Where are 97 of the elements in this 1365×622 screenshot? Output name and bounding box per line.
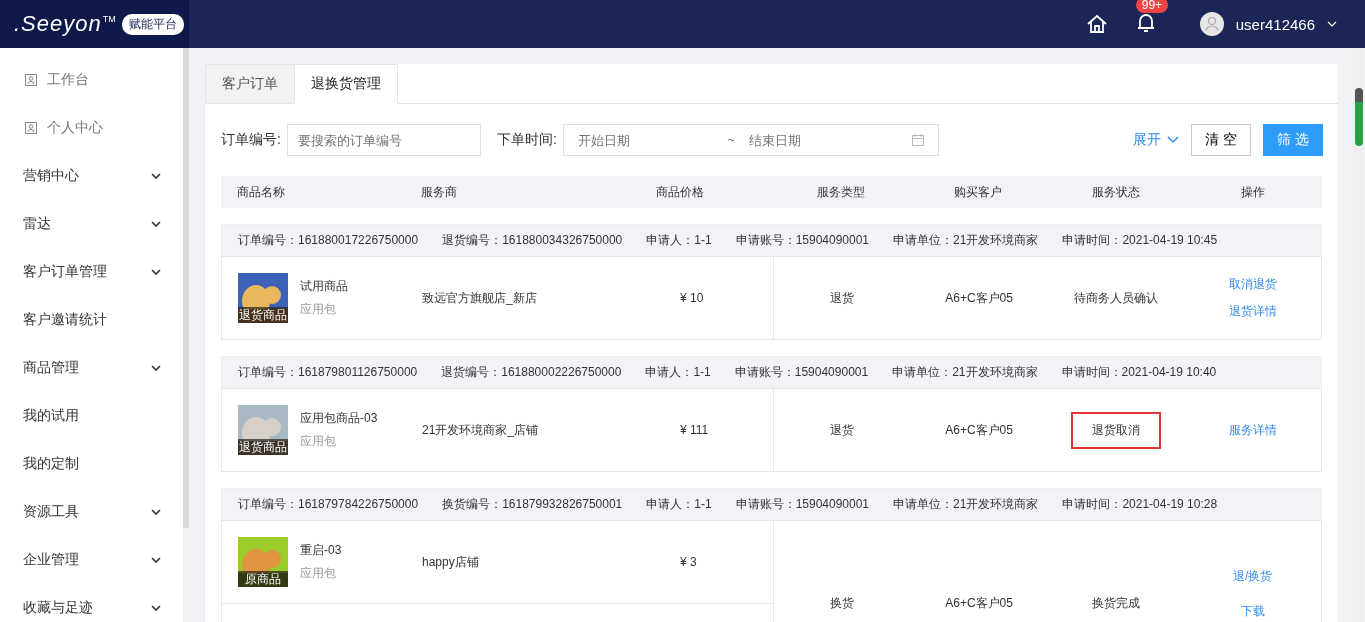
order-info: 申请账号：15904090001 <box>735 496 870 513</box>
username[interactable]: user412466 <box>1235 15 1315 33</box>
chevron-icon <box>151 509 161 515</box>
order-info: 申请时间：2021-04-19 10:28 <box>1062 496 1218 513</box>
contact-icon <box>25 122 37 134</box>
order-info: 申请时间：2021-04-19 10:40 <box>1061 364 1217 381</box>
status-text: 退货取消 <box>1070 411 1161 449</box>
tab[interactable]: 退换货管理 <box>294 64 398 104</box>
column-header: 服务状态 <box>1090 183 1141 201</box>
order-info: 换货编号：161879932826750001 <box>442 496 623 513</box>
expand-link[interactable]: 展开 <box>1133 131 1162 149</box>
order-info: 订单编号：161880017226750000 <box>238 232 419 249</box>
column-header: 服务商 <box>421 183 458 201</box>
order-info: 申请人：1-1 <box>645 364 711 381</box>
sidebar-item[interactable]: 我的定制 <box>0 440 183 488</box>
date-range-field[interactable]: 开始日期 ~ 结束日期 <box>562 124 939 156</box>
sidebar-item[interactable]: 收藏与足迹 <box>0 584 183 622</box>
table-cell-text: A6+C客户05 <box>944 289 1014 307</box>
logo[interactable]: .Seeyon <box>14 11 102 37</box>
order-info: 申请账号：15904090001 <box>734 364 869 381</box>
column-header: 商品价格 <box>655 183 705 201</box>
home-icon[interactable] <box>1085 13 1108 35</box>
table-cell-text: 21开发环境商家_店铺 <box>422 421 540 439</box>
notification-badge: 99+ <box>1135 0 1169 13</box>
platform-badge: 赋能平台 <box>121 13 184 35</box>
sidebar-item[interactable]: 我的试用 <box>0 392 183 440</box>
product-name: 试用商品 <box>300 278 348 295</box>
chevron-icon <box>151 221 161 227</box>
product-type: 应用包 <box>300 301 337 318</box>
range-separator: ~ <box>727 133 735 147</box>
sidebar-item[interactable]: 资源工具 <box>0 488 183 536</box>
order-info: 申请单位：21开发环境商家 <box>893 232 1039 249</box>
table-cell-text: 退货 <box>829 289 856 307</box>
chevron-icon <box>151 557 161 563</box>
chevron-icon[interactable] <box>1167 136 1180 144</box>
sidebar-item[interactable]: 雷达 <box>0 200 183 248</box>
action-link[interactable]: 取消退货 <box>1228 276 1277 293</box>
action-link[interactable]: 服务详情 <box>1228 421 1277 439</box>
order-info: 申请单位：21开发环境商家 <box>892 364 1038 381</box>
table-cell-text: ¥ 111 <box>679 423 710 437</box>
product-tag: 退货商品 <box>238 439 288 455</box>
trademark: TM <box>102 14 116 24</box>
product-name: 应用包商品-03 <box>300 410 378 427</box>
product-type: 应用包 <box>300 565 337 582</box>
sidebar-item[interactable]: 工作台 <box>0 56 183 104</box>
table-cell-text: happy店铺 <box>422 553 480 571</box>
product-name: 重启-03 <box>300 542 342 559</box>
product-tag: 原商品 <box>238 571 288 587</box>
status-text: 换货完成 <box>1090 595 1141 612</box>
product-tag: 退货商品 <box>238 307 288 323</box>
order-info: 申请人：1-1 <box>646 232 712 249</box>
table-cell-text: 致远官方旗舰店_新店 <box>422 289 538 307</box>
table-cell-text: 换货 <box>829 595 856 612</box>
contact-icon <box>25 74 37 86</box>
chevron-icon <box>151 605 161 611</box>
order-info: 退货编号：161880034326750000 <box>442 232 623 249</box>
table-cell-text: 退货 <box>829 421 856 439</box>
order-info: 申请人：1-1 <box>646 496 712 513</box>
chevron-icon <box>151 365 161 371</box>
action-link[interactable]: 下载 <box>1240 602 1265 620</box>
status-text: 待商务人员确认 <box>1072 289 1159 307</box>
product-type: 应用包 <box>300 433 337 450</box>
calendar-icon <box>911 134 924 146</box>
table-cell-text: ¥ 3 <box>679 555 698 569</box>
clear-button[interactable]: 清 空 <box>1191 124 1252 156</box>
sidebar-item[interactable]: 企业管理 <box>0 536 183 584</box>
scrollbar[interactable] <box>183 48 189 528</box>
order-info: 申请单位：21开发环境商家 <box>893 496 1039 513</box>
order-info: 订单编号：161879784226750000 <box>238 496 419 513</box>
chevron-icon <box>151 173 161 179</box>
field-label: 下单时间: <box>496 131 557 149</box>
field-label: 订单编号: <box>221 131 281 149</box>
caret-icon[interactable] <box>1327 21 1337 27</box>
order-info: 退货编号：161880002226750000 <box>441 364 622 381</box>
avatar-icon[interactable] <box>1199 12 1224 36</box>
table-cell-text: A6+C客户05 <box>944 595 1014 612</box>
action-link[interactable]: 退货详情 <box>1228 303 1277 320</box>
column-header: 购买客户 <box>953 183 1004 201</box>
column-header: 商品名称 <box>236 183 286 201</box>
bell-icon[interactable] <box>1135 11 1156 34</box>
action-link[interactable]: 退/换货 <box>1232 567 1273 585</box>
column-header: 服务类型 <box>815 183 866 201</box>
sidebar-item[interactable]: 个人中心 <box>0 104 183 152</box>
column-header: 操作 <box>1240 183 1267 201</box>
sidebar-item[interactable]: 营销中心 <box>0 152 183 200</box>
tab[interactable]: 客户订单 <box>205 64 295 104</box>
sidebar-item[interactable]: 客户邀请统计 <box>0 296 183 344</box>
sidebar-item[interactable]: 商品管理 <box>0 344 183 392</box>
order-info: 申请时间：2021-04-19 10:45 <box>1062 232 1218 249</box>
order-info: 订单编号：161879801126750000 <box>238 364 418 381</box>
scrollbar-thumb[interactable] <box>1355 88 1363 146</box>
sidebar-item[interactable]: 客户订单管理 <box>0 248 183 296</box>
table-cell-text: A6+C客户05 <box>944 421 1014 439</box>
table-cell-text: ¥ 10 <box>679 291 705 305</box>
chevron-icon <box>151 269 161 275</box>
order-info: 申请账号：15904090001 <box>735 232 870 249</box>
order-number-field[interactable]: 要搜索的订单编号 <box>286 124 481 156</box>
